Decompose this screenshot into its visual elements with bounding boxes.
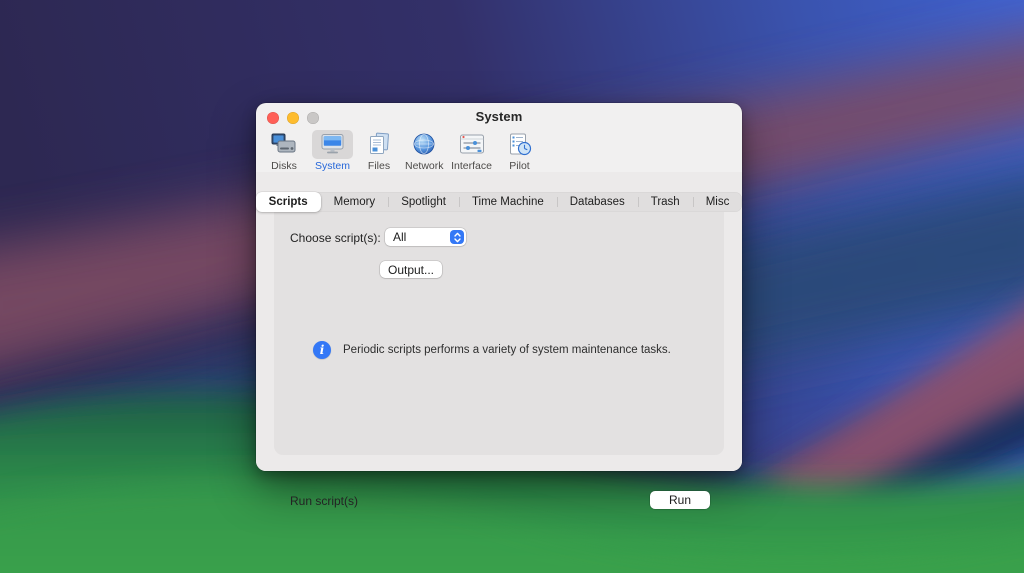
toolbar-label: Network [405, 160, 444, 172]
toolbar-label: System [314, 160, 350, 172]
info-text: Periodic scripts performs a variety of s… [343, 344, 671, 356]
info-icon: i [313, 341, 331, 359]
popup-selected-value: All [393, 230, 407, 244]
tab-bar: Scripts Memory Spotlight Time Machine Da… [255, 192, 743, 212]
window-body: Scripts Memory Spotlight Time Machine Da… [255, 172, 743, 509]
run-scripts-label: Run script(s) [290, 494, 359, 508]
system-window: System Disks System Files Network Interf… [255, 103, 743, 509]
toolbar-item-files[interactable]: Files [360, 130, 398, 172]
tab-scripts[interactable]: Scripts [255, 192, 321, 212]
toolbar-label: Disks [271, 160, 297, 172]
tab-databases[interactable]: Databases [556, 192, 638, 212]
output-button[interactable]: Output... [380, 261, 442, 278]
toolbar-label: Interface [451, 160, 492, 172]
tab-spotlight[interactable]: Spotlight [388, 192, 459, 212]
desktop: System Disks System Files Network Interf… [0, 0, 1024, 573]
choose-scripts-label: Choose script(s): [290, 231, 381, 245]
toolbar-item-interface[interactable]: Interface [451, 130, 493, 172]
info-row: i Periodic scripts performs a variety of… [313, 341, 671, 359]
toolbar-item-pilot[interactable]: Pilot [500, 130, 540, 172]
toolbar-label: Files [367, 160, 391, 172]
system-icon [312, 130, 353, 159]
tab-time-machine[interactable]: Time Machine [458, 192, 557, 212]
tab-memory[interactable]: Memory [321, 192, 389, 212]
disks-icon [263, 130, 305, 159]
tab-trash[interactable]: Trash [637, 192, 693, 212]
tab-misc[interactable]: Misc [692, 192, 743, 212]
titlebar[interactable]: System [256, 103, 742, 128]
run-button[interactable]: Run [650, 491, 710, 509]
interface-icon [451, 130, 493, 159]
toolbar-label: Pilot [509, 160, 530, 172]
toolbar: Disks System Files Network Interface Pil… [256, 128, 742, 175]
toolbar-item-system[interactable]: System [312, 130, 353, 172]
network-icon [405, 130, 443, 159]
toolbar-item-disks[interactable]: Disks [263, 130, 305, 172]
pilot-icon [500, 130, 540, 159]
popup-chevrons-icon [450, 230, 464, 244]
files-icon [360, 130, 398, 159]
toolbar-item-network[interactable]: Network [405, 130, 444, 172]
scripts-popup-button[interactable]: All [385, 228, 466, 246]
window-title: System [475, 109, 523, 124]
